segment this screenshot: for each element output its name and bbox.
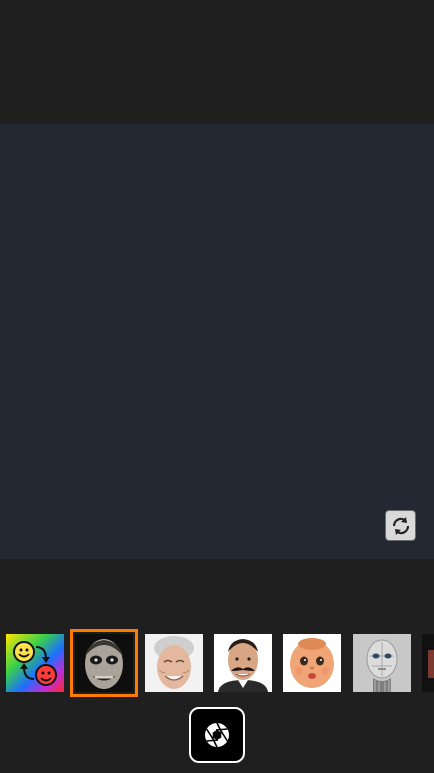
robot-face-thumbnail bbox=[353, 634, 411, 692]
aperture-icon bbox=[205, 722, 229, 748]
filter-robot[interactable] bbox=[353, 634, 411, 692]
mustache-man-face-thumbnail bbox=[214, 634, 272, 692]
switch-camera-button[interactable] bbox=[385, 510, 416, 541]
filter-old-woman[interactable] bbox=[145, 634, 203, 692]
zombie-face-thumbnail bbox=[75, 634, 133, 692]
filter-face-swap[interactable] bbox=[6, 634, 64, 692]
face-thumbnail bbox=[422, 634, 434, 692]
camera-switch-icon bbox=[392, 516, 409, 535]
top-bar bbox=[0, 0, 434, 124]
camera-preview bbox=[0, 124, 434, 559]
filter-baby-doll[interactable] bbox=[283, 634, 341, 692]
filter-mustache-man[interactable] bbox=[214, 634, 272, 692]
face-swap-icon bbox=[6, 634, 64, 692]
old-woman-face-thumbnail bbox=[145, 634, 203, 692]
filter-zombie[interactable] bbox=[70, 629, 138, 697]
baby-doll-face-thumbnail bbox=[283, 634, 341, 692]
shutter-button[interactable] bbox=[189, 707, 245, 763]
filter-strip[interactable] bbox=[0, 629, 434, 697]
filter-extra[interactable] bbox=[422, 634, 434, 692]
